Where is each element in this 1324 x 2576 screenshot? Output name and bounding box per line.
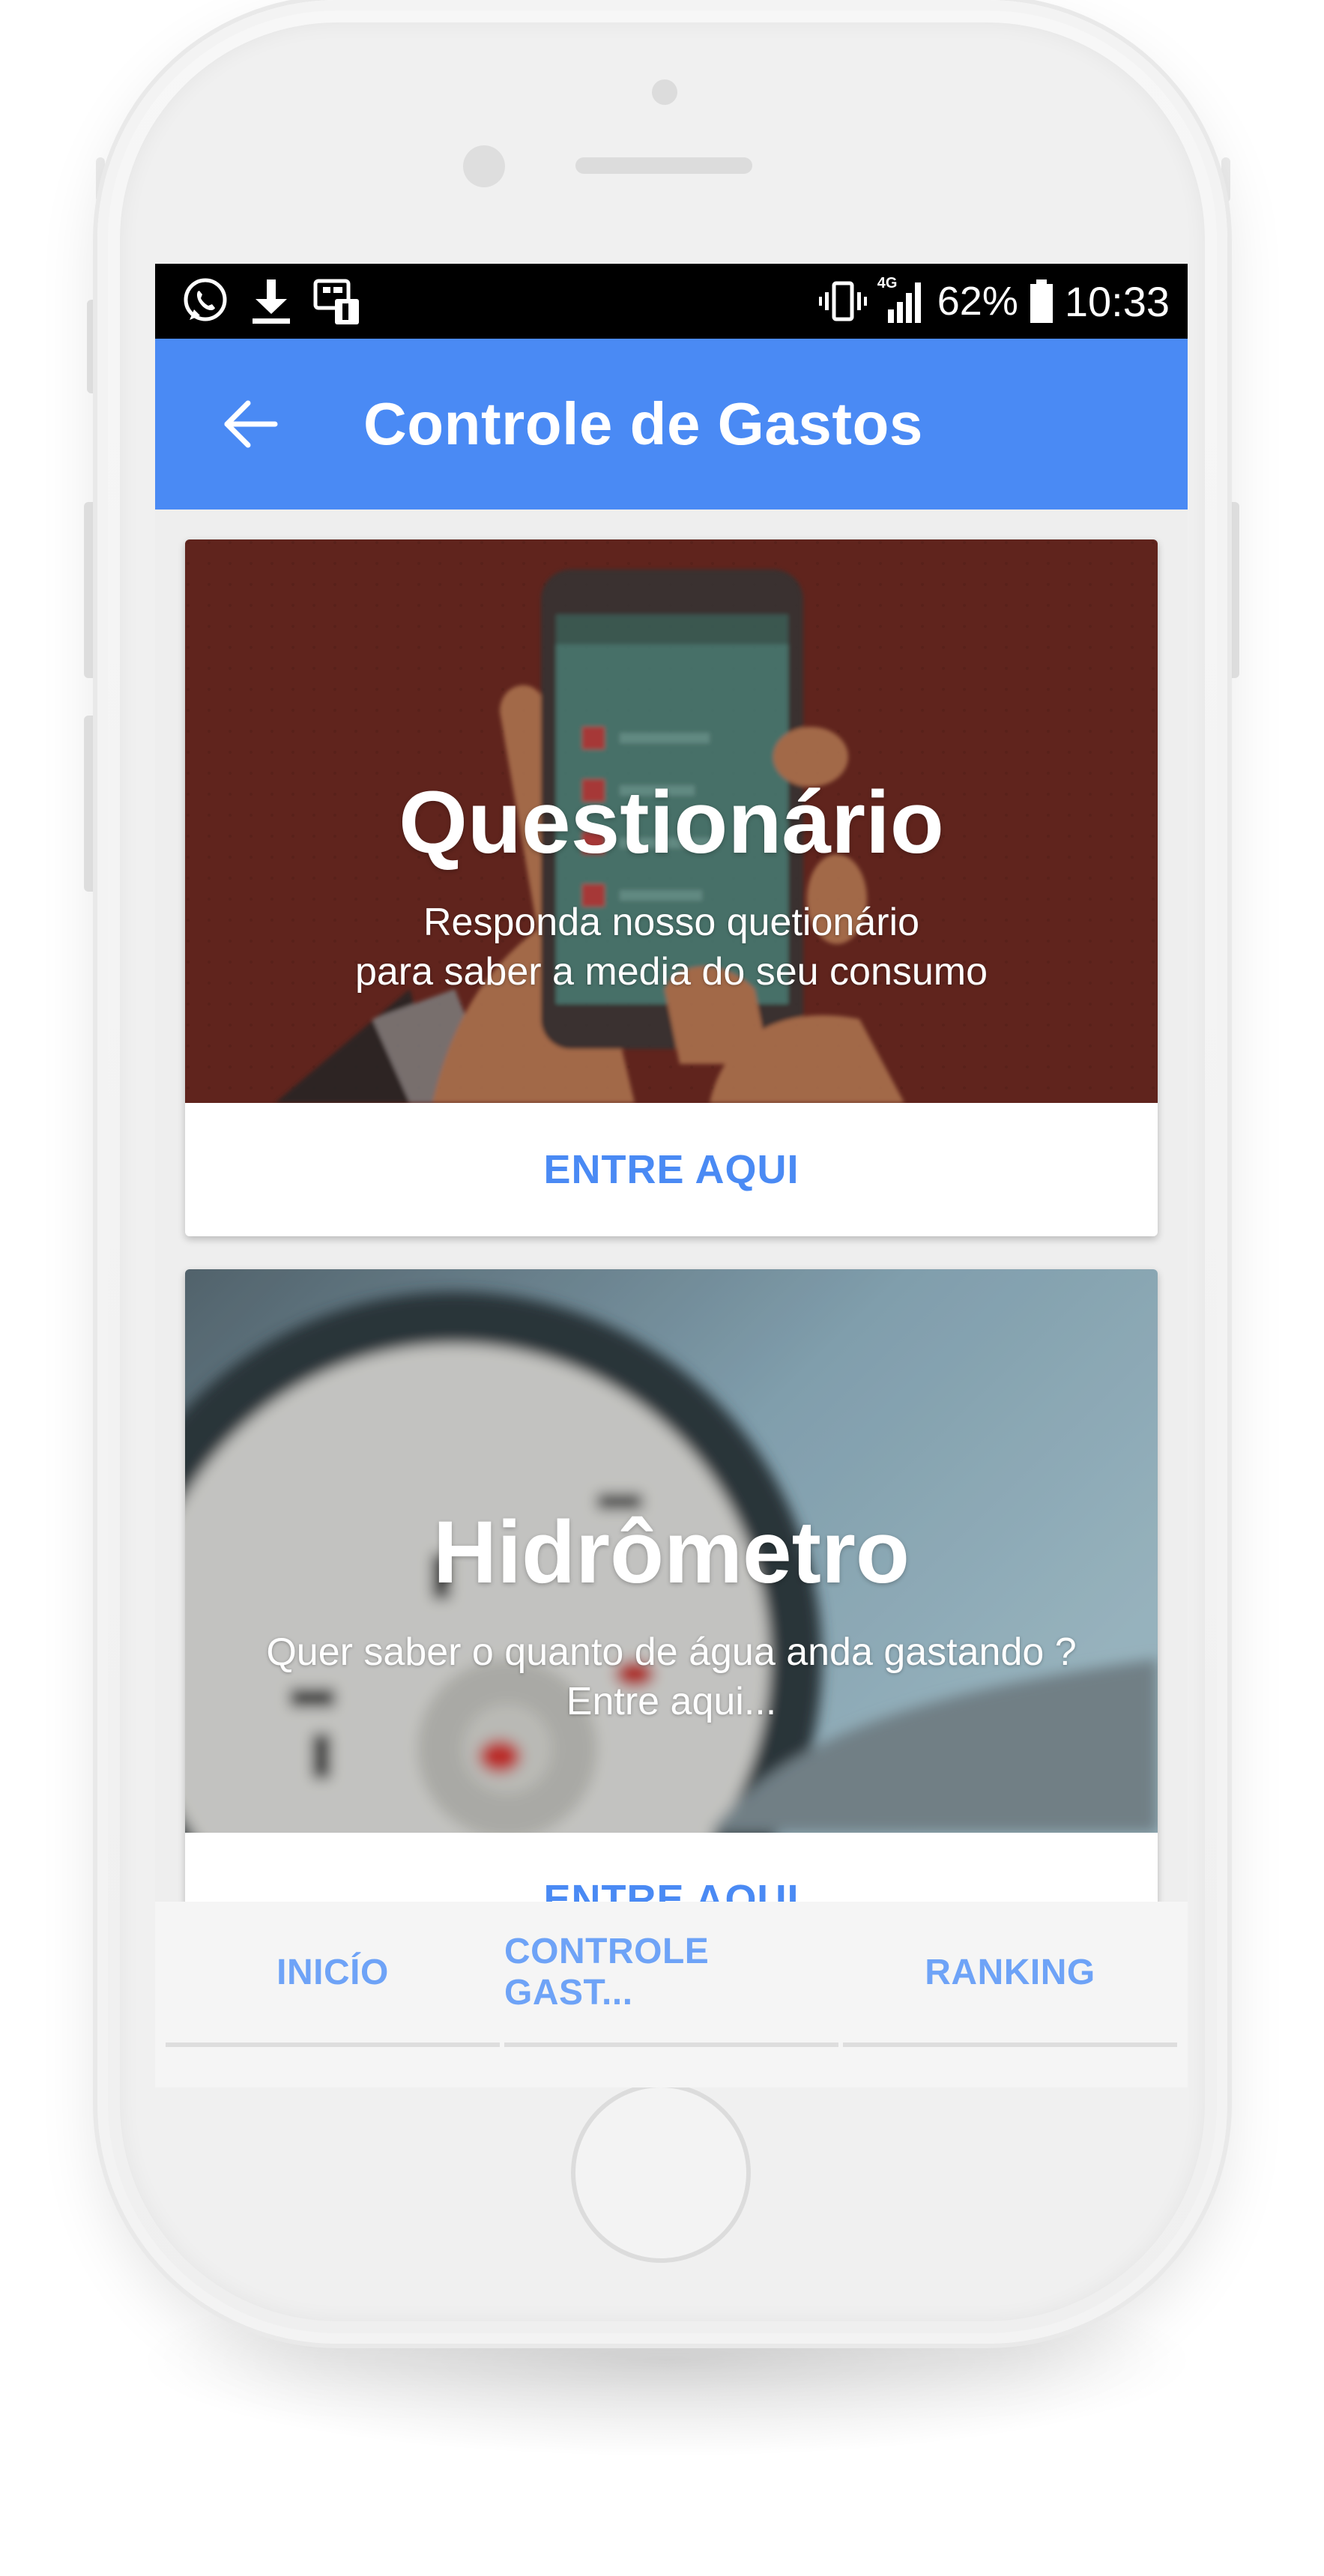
- tab-indicator: [843, 2043, 1177, 2047]
- water-meter-title: Hidrômetro: [433, 1503, 910, 1602]
- power-button: [1226, 502, 1239, 678]
- whatsapp-icon: [181, 276, 230, 326]
- questionnaire-card-image: Questionário Responda nosso quetionário …: [185, 539, 1158, 1103]
- questionnaire-enter-button[interactable]: ENTRE AQUI: [185, 1103, 1158, 1236]
- volume-up-button: [84, 502, 99, 678]
- proximity-sensor: [652, 79, 677, 105]
- signal-4g-icon: 4G: [877, 275, 927, 324]
- tab-expense-control[interactable]: CONTROLE GAST...: [504, 1902, 838, 2043]
- back-arrow-icon[interactable]: [221, 394, 281, 454]
- earpiece-speaker: [575, 157, 752, 174]
- questionnaire-subtitle-line2: para saber a media do seu consumo: [354, 950, 988, 994]
- clock: 10:33: [1064, 277, 1170, 325]
- bottom-tab-bar: INICÍO CONTROLE GAST... RANKING: [155, 1902, 1188, 2087]
- volume-down-button: [84, 716, 99, 892]
- battery-percent: 62%: [937, 279, 1018, 324]
- questionnaire-card[interactable]: Questionário Responda nosso quetionário …: [185, 539, 1158, 1236]
- tab-home[interactable]: INICÍO: [166, 1902, 500, 2043]
- battery-icon: [1029, 278, 1054, 324]
- water-meter-subtitle-line1: Quer saber o quanto de água anda gastand…: [266, 1630, 1077, 1674]
- home-button[interactable]: [571, 2083, 751, 2263]
- questionnaire-subtitle-line1: Responda nosso quetionário: [423, 901, 920, 944]
- tab-indicator: [504, 2043, 838, 2047]
- download-icon: [250, 276, 293, 326]
- vibrate-icon: [818, 279, 867, 324]
- tab-ranking[interactable]: RANKING: [843, 1902, 1177, 2043]
- status-system: 4G 62% 10:33: [818, 274, 1170, 328]
- questionnaire-title: Questionário: [399, 773, 944, 872]
- tab-indicator: [166, 2043, 500, 2047]
- water-meter-subtitle-line2: Entre aqui...: [566, 1680, 777, 1723]
- phone-screen: 4G 62% 10:33 Controle de Gastos Question…: [155, 264, 1188, 2087]
- page-title: Controle de Gastos: [363, 390, 923, 457]
- mockup-stage: 4G 62% 10:33 Controle de Gastos Question…: [0, 0, 1324, 2576]
- status-bar: 4G 62% 10:33: [155, 264, 1188, 339]
- front-camera: [463, 145, 505, 187]
- sim-notification-icon: [312, 276, 362, 326]
- water-meter-card-image: Hidrômetro Quer saber o quanto de água a…: [185, 1269, 1158, 1833]
- water-meter-card[interactable]: Hidrômetro Quer saber o quanto de água a…: [185, 1269, 1158, 1966]
- card-list: Questionário Responda nosso quetionário …: [155, 510, 1188, 2087]
- status-notifications: [181, 274, 362, 328]
- app-toolbar: Controle de Gastos: [155, 339, 1188, 510]
